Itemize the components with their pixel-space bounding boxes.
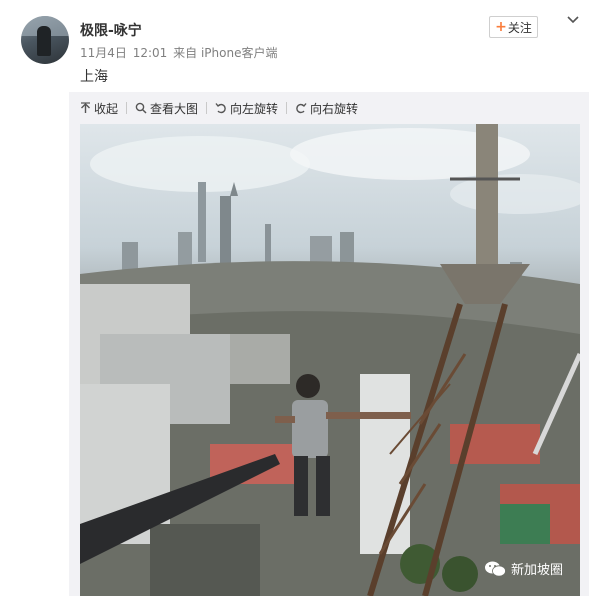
rotate-right-label: 向右旋转 [310,101,359,116]
post-date[interactable]: 11月4日 [80,46,127,60]
view-large-label: 查看大图 [150,101,199,116]
post-header: 极限-咏宁 11月4日 12:01 来自 iPhone客户端 上海 + 关注 [0,0,589,92]
rotate-right-button[interactable]: 向右旋转 [295,100,358,117]
post-text: 上海 [80,69,108,85]
toolbar-divider [286,102,288,114]
rotate-left-icon [215,103,226,114]
search-icon [135,102,147,114]
chevron-down-icon[interactable] [565,12,581,28]
follow-button[interactable]: + 关注 [489,16,538,38]
watermark-label: 新加坡圈 [511,563,564,578]
view-large-button[interactable]: 查看大图 [135,100,198,117]
plus-icon: + [495,19,507,35]
follow-label: 关注 [507,20,532,35]
collapse-button[interactable]: 收起 [80,100,118,117]
post-time[interactable]: 12:01 [133,46,168,60]
arrow-up-icon [81,102,90,113]
rotate-left-button[interactable]: 向左旋转 [215,100,278,117]
photo-illustration [80,124,580,596]
media-toolbar: 收起 查看大图 向左旋转 向右旋转 [80,98,358,118]
wechat-icon [485,561,506,577]
watermark: 新加坡圈 [484,559,563,578]
toolbar-divider [206,102,208,114]
collapse-label: 收起 [94,101,119,116]
toolbar-divider [126,102,128,114]
rotate-right-icon [296,103,307,114]
rotate-left-label: 向左旋转 [230,101,279,116]
avatar[interactable] [21,16,69,64]
username[interactable]: 极限-咏宁 [80,20,142,40]
post-meta: 11月4日 12:01 来自 iPhone客户端 [80,44,279,61]
post-photo[interactable] [80,124,580,596]
post-source[interactable]: 来自 iPhone客户端 [173,46,277,60]
